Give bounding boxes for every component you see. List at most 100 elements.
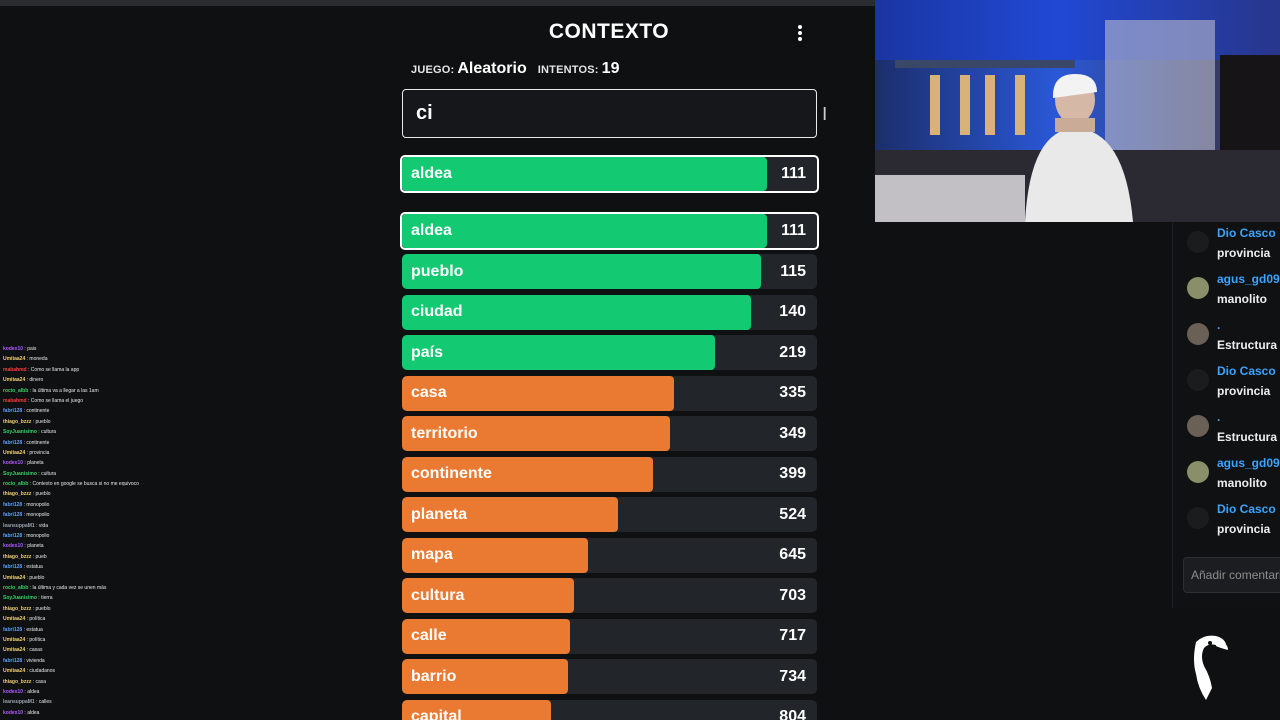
guess-rank: 399 (779, 465, 806, 482)
avatar[interactable] (1187, 323, 1209, 345)
chat-username[interactable]: . (1217, 318, 1220, 332)
overlay-chat-line: thiago_bzzz : pueblo (3, 489, 193, 499)
overlay-chat-user: fabri128 (3, 439, 23, 446)
overlay-chat-line: Umitaa24 : dinero (3, 375, 193, 385)
overlay-chat-user: leansuppaM1 (3, 522, 35, 529)
chat-text: Estructura (1217, 338, 1278, 352)
overlay-chat-user: Umitaa24 (3, 356, 26, 363)
chat-username[interactable]: agus_gd09 (1217, 456, 1280, 470)
overlay-chat-line: Umitaa24 : política (3, 635, 193, 645)
chat-username[interactable]: Dio Casco (1217, 364, 1276, 378)
chat-username[interactable]: Dio Casco (1217, 502, 1276, 516)
guess-input[interactable] (402, 89, 817, 138)
chat-comment-input[interactable]: Añadir comentario (1183, 557, 1280, 593)
avatar[interactable] (1187, 507, 1209, 529)
overlay-chat-user: thiago_bzzz (3, 553, 32, 560)
overlay-chat-user: Umitaa24 (3, 636, 26, 643)
guess-row: territorio 349 (402, 416, 817, 451)
chat-text: Estructura (1217, 430, 1278, 444)
avatar[interactable] (1187, 461, 1209, 483)
overlay-chat-user: fabri128 (3, 626, 23, 633)
overlay-chat-line: rocio_albb : la última va a llegar a las… (3, 386, 193, 396)
chat-text: manolito (1217, 476, 1267, 490)
overlay-chat-text: Como se llama la app (30, 366, 80, 373)
guess-word: planeta (411, 505, 468, 523)
chat-text: provincia (1217, 384, 1271, 398)
game-info: JUEGO: Aleatorio INTENTOS: 19 (411, 60, 627, 78)
overlay-chat-line: thiago_bzzz : pueblo (3, 604, 193, 614)
avatar[interactable] (1187, 277, 1209, 299)
guess-row: cultura 703 (402, 578, 817, 613)
overlay-chat-text: casa (35, 678, 47, 685)
live-chat: Dio Casco provincia agus_gd09 manolito. Estr… (1172, 222, 1280, 608)
overlay-chat-line: fabri128 : vivienda (3, 656, 193, 666)
avatar[interactable] (1187, 415, 1209, 437)
overlay-chat-line: leansuppaM1 : calles (3, 697, 193, 707)
avatar[interactable] (1187, 231, 1209, 253)
overlay-chat-text: tierra (41, 595, 53, 602)
overlay-chat-line: leansuppaM1 : vida (3, 521, 193, 531)
chat-username[interactable]: Dio Casco (1217, 226, 1276, 240)
guess-rank: 804 (779, 708, 806, 720)
guess-rank: 645 (779, 546, 806, 563)
overlay-chat-text: dinero (29, 377, 44, 384)
attempts-value: 19 (601, 60, 620, 77)
overlay-chat-line: Umitaa24 : provincia (3, 448, 193, 458)
overlay-chat-user: kodex10 (3, 688, 24, 695)
last-guess-rank: 111 (781, 165, 806, 182)
overlay-chat-text: política (29, 636, 46, 643)
overlay-chat-user: fabri128 (3, 657, 23, 664)
overlay-chat-user: thiago_bzzz (3, 491, 32, 498)
overlay-chat-text: la última va a llegar a las 1am (32, 387, 99, 394)
last-guess-bar (402, 157, 768, 191)
overlay-chat-line: thiago_bzzz : pueb (3, 552, 193, 562)
overlay-chat-text: planeta (27, 460, 44, 467)
overlay-chat-text: pueblo (29, 574, 45, 581)
overlay-chat-user: Umitaa24 (3, 449, 26, 456)
overlay-chat-text: cultura (41, 429, 57, 436)
guess-rank: 335 (779, 384, 806, 401)
guess-word: cultura (411, 586, 465, 604)
overlay-chat-user: kodex10 (3, 460, 24, 467)
overlay-chat-text: provincia (29, 449, 50, 456)
overlay-chat-line: mabahmd : Como se llama el juego (3, 396, 193, 406)
overlay-chat-text: Contexto en google se busca si no me equ… (32, 481, 139, 488)
overlay-chat-text: vida (38, 522, 49, 529)
overlay-chat-text: pueblo (35, 491, 51, 498)
overlay-chat-line: fabri128 : estatua (3, 625, 193, 635)
overlay-chat-line: fabri128 : estatua (3, 562, 193, 572)
chat-text: provincia (1217, 246, 1271, 260)
more-options-icon[interactable] (795, 25, 805, 45)
avatar[interactable] (1187, 369, 1209, 391)
overlay-chat-text: pueblo (35, 605, 51, 612)
overlay-chat-line: fabri128 : continente (3, 406, 193, 416)
overlay-chat-user: fabri128 (3, 512, 23, 519)
overlay-chat-user: kodex10 (3, 543, 24, 550)
chat-username[interactable]: agus_gd09 (1217, 272, 1280, 286)
overlay-chat-text: pueblo (35, 418, 51, 425)
chat-text: provincia (1217, 522, 1271, 536)
chat-username[interactable]: . (1217, 410, 1220, 424)
overlay-chat-text: monopolio (26, 533, 50, 540)
overlay-chat-text: ciudadanos (29, 668, 55, 675)
overlay-chat-text: monopolio (26, 501, 50, 508)
overlay-chat-text: estatua (26, 564, 43, 571)
overlay-chat-user: thiago_bzzz (3, 418, 32, 425)
guess-rank: 349 (779, 424, 806, 442)
overlay-chat-user: SoyJuanisimo (3, 595, 37, 602)
guess-rank: 115 (780, 262, 806, 280)
guess-row: continente 399 (402, 456, 817, 492)
overlay-chat-line: SoyJuanisimo : tierra (3, 593, 193, 603)
overlay-chat-text: cultura (41, 470, 57, 477)
overlay-chat-line: kodex10 : aldea (3, 708, 193, 718)
overlay-chat-user: mabahmd (3, 366, 27, 373)
overlay-chat-text: vivienda (26, 657, 45, 664)
guess-word: país (411, 343, 444, 361)
overlay-chat-text: aldea (27, 709, 40, 716)
last-guess-word: aldea (411, 165, 452, 182)
overlay-chat-line: SoyJuanisimo : cultura (3, 469, 193, 479)
overlay-chat-line: fabri128 : monopolio (3, 531, 193, 541)
overlay-chat-user: fabri128 (3, 564, 23, 571)
chat-text: manolito (1217, 292, 1267, 306)
text-cursor-icon: I (822, 104, 828, 125)
